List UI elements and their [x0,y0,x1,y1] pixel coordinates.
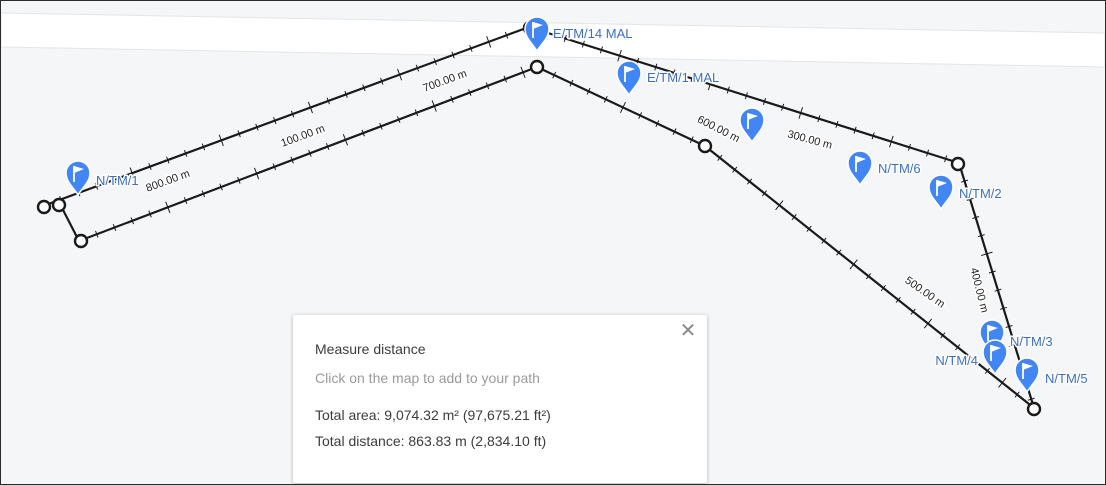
map-viewport[interactable]: 800.00 m 100.00 m 700.00 m 600.00 m 300.00 m… [0,0,1106,485]
map-pin-flag-icon[interactable] [739,107,765,144]
distance-label: 500.00 m [902,274,946,310]
distance-label: 800.00 m [144,168,191,195]
marker-label: E/TM/1 MAL [647,70,719,85]
path-vertex-icon[interactable] [697,138,713,154]
panel-title: Measure distance [315,341,426,357]
marker-label: N/TM/1 [96,173,139,188]
path-vertex-icon[interactable] [1026,401,1042,417]
total-distance: Total distance: 863.83 m (2,834.10 ft) [315,433,547,449]
measure-distance-panel: Measure distance Click on the map to add… [293,315,707,483]
path-vertex-icon[interactable] [36,199,52,215]
marker-label: N/TM/3 [1010,334,1053,349]
marker-label: N/TM/5 [1045,371,1088,386]
map-pin-flag-icon[interactable] [847,150,873,187]
marker-label: N/TM/6 [878,161,921,176]
map-pin-flag-icon[interactable] [1014,357,1040,394]
map-pin-flag-icon[interactable] [928,174,954,211]
close-icon[interactable]: ✕ [677,321,699,343]
distance-label: 400.00 m [968,267,991,314]
marker-label: E/TM/14 MAL [553,26,632,41]
marker-label: N/TM/4 [935,353,978,368]
distance-labels: 800.00 m100.00 m700.00 m600.00 m 300.00 m… [143,66,992,315]
distance-label: 100.00 m [279,123,326,150]
path-vertex-icon[interactable] [529,59,545,75]
path-vertex-icon[interactable] [73,233,89,249]
path-vertex-icon[interactable] [51,197,67,213]
path-vertex-icon[interactable] [950,156,966,172]
distance-label: 700.00 m [421,68,468,95]
marker-label: N/TM/2 [959,186,1002,201]
total-area: Total area: 9,074.32 m² (97,675.21 ft²) [315,407,551,423]
panel-hint: Click on the map to add to your path [315,370,540,386]
map-pin-flag-icon[interactable] [616,60,642,97]
distance-label: 300.00 m [786,128,833,151]
